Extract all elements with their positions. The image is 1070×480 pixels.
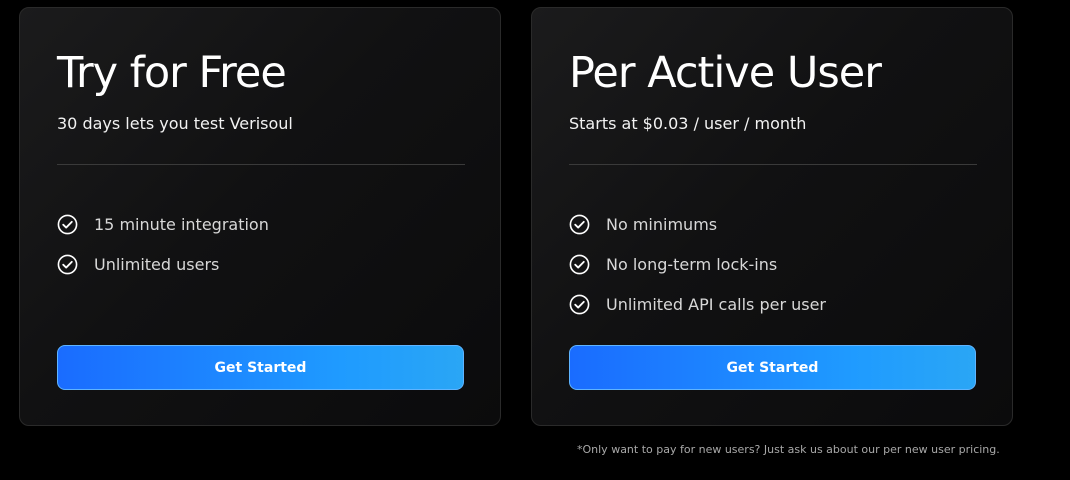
feature-label: 15 minute integration — [94, 214, 269, 234]
divider — [569, 164, 977, 165]
feature-label: No long-term lock-ins — [606, 254, 778, 274]
check-circle-icon — [57, 214, 78, 235]
feature-item: Unlimited API calls per user — [569, 284, 826, 324]
check-circle-icon — [569, 214, 590, 235]
divider — [57, 164, 465, 165]
pricing-card-free: Try for Free 30 days lets you test Veris… — [19, 7, 501, 426]
check-circle-icon — [57, 254, 78, 275]
feature-label: No minimums — [606, 214, 718, 234]
plan-title: Per Active User — [569, 48, 882, 98]
check-circle-icon — [569, 294, 590, 315]
feature-item: No minimums — [569, 204, 826, 244]
pricing-footnote: *Only want to pay for new users? Just as… — [577, 443, 1000, 456]
plan-subtitle: 30 days lets you test Verisoul — [57, 114, 293, 133]
feature-list: No minimums No long-term lock-ins Unlimi… — [569, 204, 826, 324]
feature-item: Unlimited users — [57, 244, 269, 284]
pricing-section: Try for Free 30 days lets you test Veris… — [0, 0, 1070, 480]
feature-item: No long-term lock-ins — [569, 244, 826, 284]
plan-title: Try for Free — [57, 48, 287, 98]
feature-label: Unlimited API calls per user — [606, 294, 827, 314]
pricing-card-per-active-user: Per Active User Starts at $0.03 / user /… — [531, 7, 1013, 426]
get-started-button[interactable]: Get Started — [569, 345, 976, 390]
get-started-button[interactable]: Get Started — [57, 345, 464, 390]
check-circle-icon — [569, 254, 590, 275]
feature-item: 15 minute integration — [57, 204, 269, 244]
plan-subtitle: Starts at $0.03 / user / month — [569, 114, 807, 133]
feature-list: 15 minute integration Unlimited users — [57, 204, 269, 284]
feature-label: Unlimited users — [94, 254, 220, 274]
